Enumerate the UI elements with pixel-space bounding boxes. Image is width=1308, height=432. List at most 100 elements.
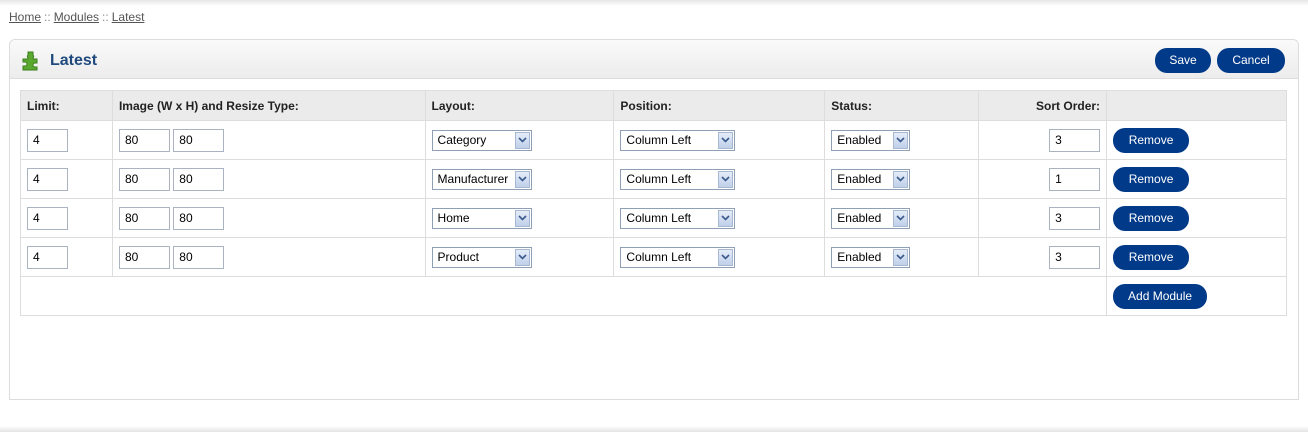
- position-cell: Column Left: [613, 237, 826, 277]
- position-select-value: Column Left: [626, 133, 692, 147]
- image-width-input[interactable]: [118, 206, 170, 230]
- sort-order-cell: [978, 159, 1108, 199]
- breadcrumb: Home:: Modules:: Latest: [9, 10, 144, 24]
- layout-select[interactable]: Product: [431, 246, 532, 268]
- header-actions: [1106, 90, 1287, 121]
- image-height-input[interactable]: [173, 245, 225, 269]
- status-select[interactable]: Enabled: [831, 129, 911, 151]
- layout-select-value: Home: [437, 211, 470, 225]
- layout-select-value: Category: [437, 133, 487, 147]
- image-cell: [111, 120, 426, 160]
- actions-cell: Remove: [1106, 237, 1287, 277]
- module-table: Limit: Image (W x H) and Resize Type: La…: [19, 90, 1287, 316]
- sort-order-cell: [978, 237, 1108, 277]
- limit-cell: [20, 198, 113, 238]
- chevron-down-icon: [893, 209, 909, 227]
- image-cell: [111, 237, 426, 277]
- layout-select[interactable]: Home: [431, 207, 532, 229]
- bottom-shadow: [0, 426, 1308, 432]
- position-select-value: Column Left: [626, 172, 692, 186]
- header-sort-order: Sort Order:: [978, 90, 1108, 121]
- position-select[interactable]: Column Left: [620, 246, 736, 268]
- layout-cell: Category: [424, 120, 615, 160]
- layout-select[interactable]: Manufacturer: [431, 168, 532, 190]
- top-shadow: [0, 0, 1308, 6]
- chevron-down-icon: [718, 131, 734, 149]
- status-select-value: Enabled: [837, 133, 882, 147]
- footer-spacer: [19, 276, 1108, 316]
- header-status: Status:: [824, 90, 980, 121]
- sort-order-cell: [978, 120, 1108, 160]
- table-row: Product Column Left Enabled Remove: [20, 237, 1287, 277]
- layout-cell: Home: [424, 198, 615, 238]
- limit-input[interactable]: [27, 245, 68, 269]
- chevron-down-icon: [718, 209, 734, 227]
- image-width-input[interactable]: [118, 167, 170, 191]
- chevron-down-icon: [893, 248, 909, 266]
- header-position: Position:: [613, 90, 826, 121]
- status-cell: Enabled: [824, 159, 980, 199]
- table-row: Home Column Left Enabled Remove: [20, 198, 1287, 238]
- status-select-value: Enabled: [837, 211, 882, 225]
- actions-cell: Remove: [1106, 120, 1287, 160]
- breadcrumb-latest[interactable]: Latest: [112, 10, 145, 24]
- status-select-value: Enabled: [837, 172, 882, 186]
- remove-button[interactable]: Remove: [1113, 205, 1190, 231]
- header-layout: Layout:: [424, 90, 615, 121]
- table-footer-row: Add Module: [19, 276, 1287, 316]
- add-module-cell: Add Module: [1106, 276, 1287, 316]
- position-select[interactable]: Column Left: [620, 207, 736, 229]
- status-cell: Enabled: [824, 120, 980, 160]
- status-select[interactable]: Enabled: [831, 168, 911, 190]
- sort-order-input[interactable]: [1049, 167, 1101, 191]
- sort-order-input[interactable]: [1049, 245, 1101, 269]
- chevron-down-icon: [514, 248, 530, 266]
- position-select[interactable]: Column Left: [620, 129, 736, 151]
- chevron-down-icon: [718, 248, 734, 266]
- image-height-input[interactable]: [173, 128, 225, 152]
- layout-select[interactable]: Category: [431, 129, 532, 151]
- add-module-button[interactable]: Add Module: [1113, 283, 1208, 309]
- sort-order-input[interactable]: [1049, 206, 1101, 230]
- remove-button[interactable]: Remove: [1113, 127, 1190, 153]
- chevron-down-icon: [718, 170, 734, 188]
- remove-button[interactable]: Remove: [1113, 166, 1190, 192]
- breadcrumb-modules[interactable]: Modules: [54, 10, 99, 24]
- position-cell: Column Left: [613, 120, 826, 160]
- save-button[interactable]: Save: [1155, 48, 1211, 73]
- limit-input[interactable]: [27, 128, 68, 152]
- image-height-input[interactable]: [173, 167, 225, 191]
- cancel-button[interactable]: Cancel: [1217, 48, 1285, 73]
- status-select-value: Enabled: [837, 250, 882, 264]
- position-select[interactable]: Column Left: [620, 168, 736, 190]
- limit-cell: [20, 237, 113, 277]
- breadcrumb-home[interactable]: Home: [9, 10, 41, 24]
- module-box: Latest Save Cancel Limit: Image (W x H) …: [9, 39, 1299, 400]
- status-cell: Enabled: [824, 198, 980, 238]
- table-header-row: Limit: Image (W x H) and Resize Type: La…: [20, 90, 1287, 121]
- image-width-input[interactable]: [118, 128, 170, 152]
- remove-button[interactable]: Remove: [1113, 244, 1190, 270]
- status-select[interactable]: Enabled: [831, 207, 911, 229]
- table-row: Category Column Left Enabled Remove: [20, 120, 1287, 160]
- breadcrumb-separator: ::: [44, 10, 51, 24]
- status-cell: Enabled: [824, 237, 980, 277]
- image-cell: [111, 159, 426, 199]
- limit-cell: [20, 120, 113, 160]
- image-width-input[interactable]: [118, 245, 170, 269]
- chevron-down-icon: [893, 170, 909, 188]
- status-select[interactable]: Enabled: [831, 246, 911, 268]
- header-limit: Limit:: [20, 90, 113, 121]
- table-row: Manufacturer Column Left Enabled Remove: [20, 159, 1287, 199]
- limit-input[interactable]: [27, 206, 68, 230]
- header-image: Image (W x H) and Resize Type:: [111, 90, 426, 121]
- position-select-value: Column Left: [626, 250, 692, 264]
- layout-cell: Product: [424, 237, 615, 277]
- image-height-input[interactable]: [173, 206, 225, 230]
- limit-input[interactable]: [27, 167, 68, 191]
- sort-order-input[interactable]: [1049, 128, 1101, 152]
- chevron-down-icon: [514, 209, 530, 227]
- image-cell: [111, 198, 426, 238]
- breadcrumb-separator: ::: [102, 10, 109, 24]
- layout-select-value: Product: [437, 250, 479, 264]
